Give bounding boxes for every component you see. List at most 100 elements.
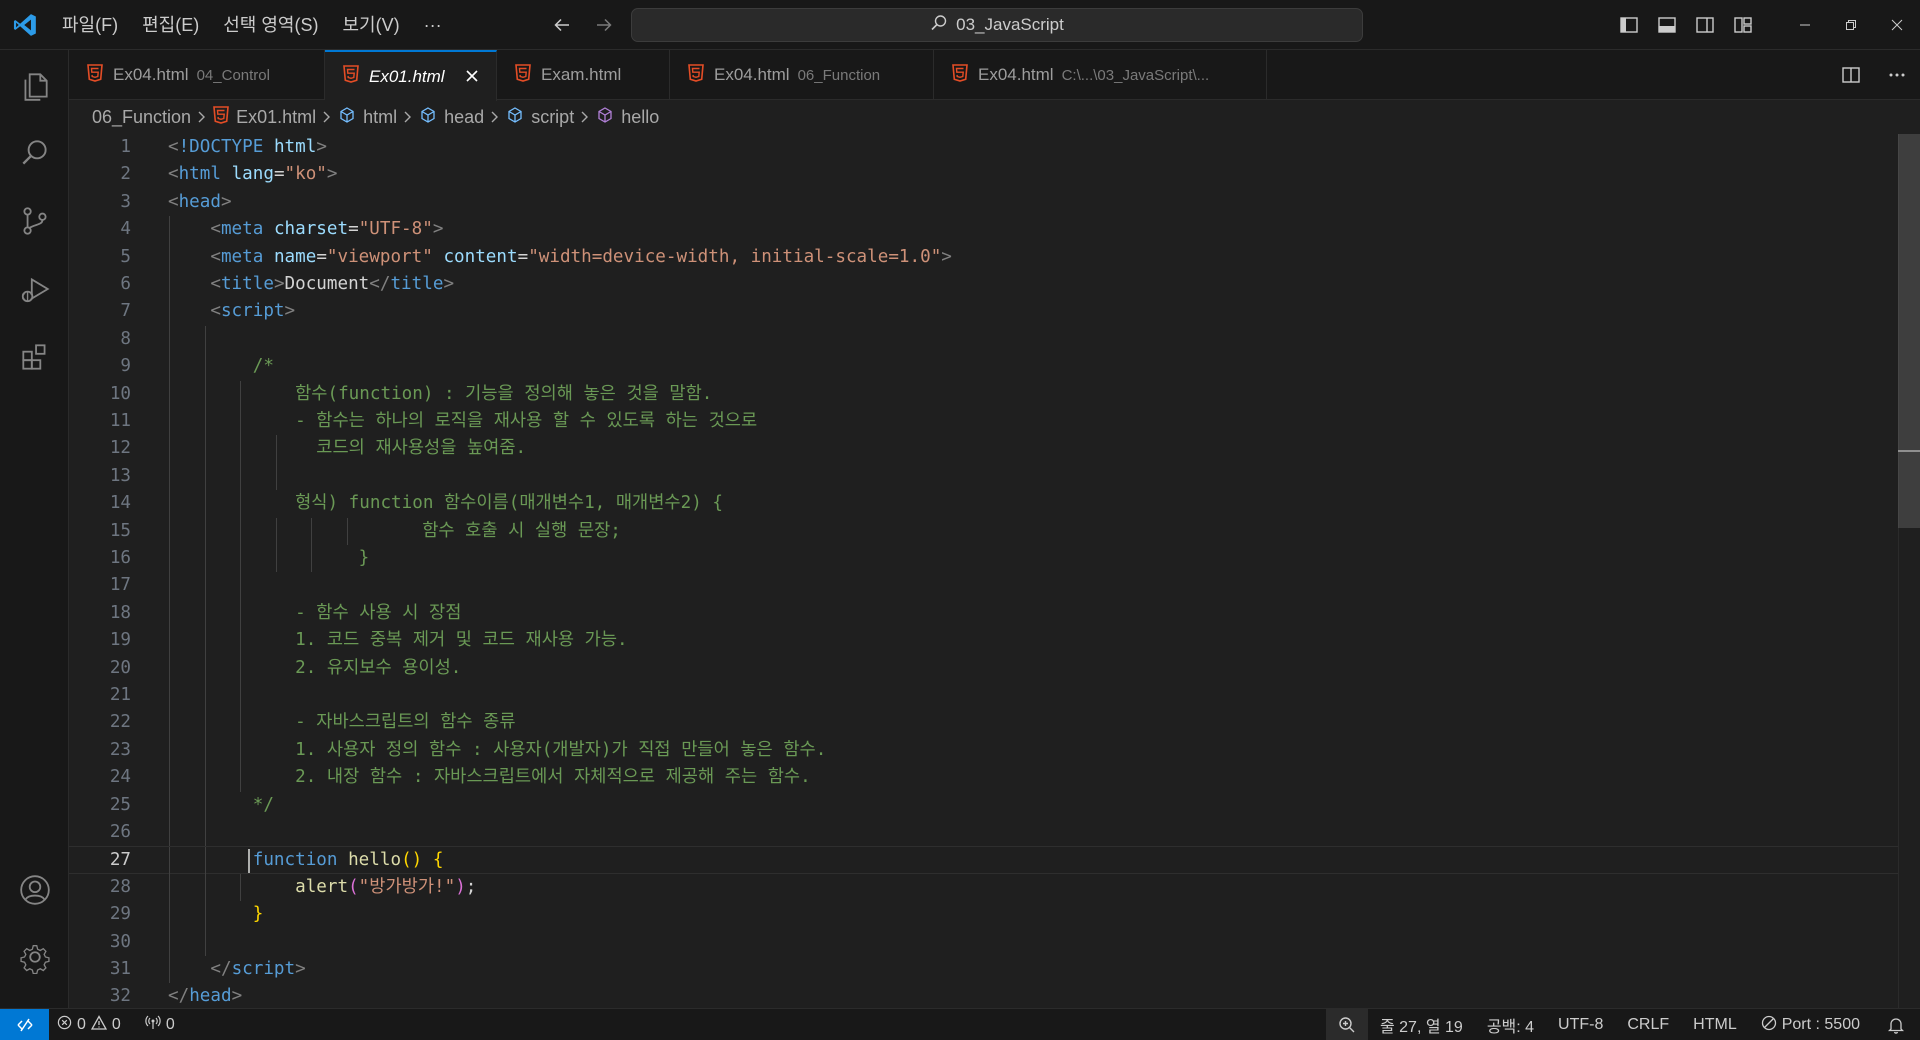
restore-icon[interactable] (1828, 0, 1874, 50)
code-line[interactable]: 23 1. 사용자 정의 함수 : 사용자(개발자)가 직접 만들어 놓은 함수… (69, 736, 1899, 765)
code-editor[interactable]: 1 <!DOCTYPE html> 2 <html lang="ko"> 3 <head>… (69, 134, 1920, 1008)
back-arrow-icon[interactable] (550, 12, 574, 38)
code-line[interactable]: 22 - 자바스크립트의 함수 종류 (69, 709, 1899, 737)
source-control-icon[interactable] (0, 188, 69, 254)
command-center-search[interactable]: 03_JavaScript (631, 8, 1363, 42)
breadcrumb-head[interactable]: head (419, 106, 484, 129)
problems-indicator[interactable]: 0 0 (49, 1009, 129, 1040)
code-line[interactable]: 32 </head> (69, 983, 1899, 1008)
tab-ex04-control[interactable]: Ex04.html 04_Control (69, 50, 325, 100)
error-icon (57, 1015, 72, 1035)
menu-selection[interactable]: 선택 영역(S) (211, 8, 330, 42)
code-line[interactable]: 4 <meta charset="UTF-8"> (69, 216, 1899, 244)
code-line[interactable]: 7 <script> (69, 298, 1899, 326)
code-line[interactable]: 26 (69, 819, 1899, 847)
indent-guide (240, 682, 242, 710)
code-line[interactable]: 1 <!DOCTYPE html> (69, 134, 1899, 161)
code-text: - 함수는 하나의 로직을 재사용 할 수 있도록 하는 것으로 (168, 408, 757, 435)
error-count: 0 (77, 1015, 86, 1033)
indent-guide (169, 325, 170, 354)
tab-ex01-active[interactable]: Ex01.html (325, 50, 497, 101)
code-line[interactable]: 10 함수(function) : 기능을 정의해 놓은 것을 말함. (69, 380, 1899, 408)
split-editor-icon[interactable] (1828, 50, 1874, 100)
breadcrumb-function[interactable]: hello (596, 106, 659, 129)
language-mode[interactable]: HTML (1681, 1009, 1749, 1040)
code-line[interactable]: 16 } (69, 545, 1899, 573)
breadcrumb-script-label: script (531, 106, 575, 127)
menu-view[interactable]: 보기(V) (330, 8, 411, 42)
close-window-icon[interactable] (1874, 0, 1920, 50)
code-line[interactable]: 11 - 함수는 하나의 로직을 재사용 할 수 있도록 하는 것으로 (69, 408, 1899, 436)
code-line[interactable]: 20 2. 유지보수 용이성. (69, 654, 1899, 682)
tab-exam[interactable]: Exam.html (497, 50, 670, 100)
code-text: <meta charset="UTF-8"> (168, 216, 443, 243)
settings-gear-icon[interactable] (0, 924, 69, 990)
zoom-icon[interactable] (1325, 1009, 1368, 1040)
customize-layout-icon[interactable] (1724, 0, 1762, 50)
breadcrumb-file[interactable]: Ex01.html (213, 105, 316, 129)
code-line[interactable]: 2 <html lang="ko"> (69, 161, 1899, 188)
code-line[interactable]: 27 function hello() { (69, 846, 1899, 875)
toggle-secondary-sidebar-icon[interactable] (1686, 0, 1724, 50)
code-line[interactable]: 15 함수 호출 시 실행 문장; (69, 517, 1899, 545)
toggle-panel-icon[interactable] (1648, 0, 1686, 50)
code-line[interactable]: 12 코드의 재사용성을 높여줌. (69, 435, 1899, 463)
code-text: 형식) function 함수이름(매개변수1, 매개변수2) { (168, 490, 723, 517)
code-line[interactable]: 19 1. 코드 중복 제거 및 코드 재사용 가능. (69, 627, 1899, 655)
accounts-icon[interactable] (0, 857, 69, 923)
code-line[interactable]: 6 <title>Document</title> (69, 271, 1899, 299)
code-token: > (220, 191, 232, 212)
close-tab-icon[interactable] (462, 66, 482, 86)
end-of-line[interactable]: CRLF (1615, 1009, 1681, 1040)
code-line[interactable]: 31 </script> (69, 956, 1899, 984)
code-line[interactable]: 8 (69, 325, 1899, 354)
breadcrumb-html[interactable]: html (338, 106, 397, 129)
cursor-position[interactable]: 줄 27, 열 19 (1368, 1009, 1475, 1040)
menu-more-button[interactable]: ··· (412, 8, 454, 42)
code-line[interactable]: 3 <head> (69, 189, 1899, 216)
toggle-primary-sidebar-icon[interactable] (1610, 0, 1648, 50)
code-line[interactable]: 21 (69, 682, 1899, 710)
remote-window-icon[interactable] (0, 1008, 49, 1040)
menu-edit[interactable]: 편집(E) (130, 8, 211, 42)
scrollbar-thumb[interactable] (1898, 134, 1920, 528)
line-number: 30 (109, 931, 131, 952)
encoding[interactable]: UTF-8 (1546, 1009, 1615, 1040)
code-line[interactable]: 24 2. 내장 함수 : 자바스크립트에서 자체적으로 제공해 주는 함수. (69, 764, 1899, 792)
code-line[interactable]: 29 } (69, 901, 1899, 929)
code-token: name (273, 246, 317, 267)
indent-guide (275, 462, 277, 491)
code-line[interactable]: 9 /* (69, 353, 1899, 381)
code-token: "방가방가!" (358, 876, 456, 897)
more-actions-icon[interactable] (1874, 50, 1920, 100)
indent-guide (169, 682, 170, 710)
code-line[interactable]: 5 <meta name="viewport" content="width=d… (69, 243, 1899, 271)
code-line[interactable]: 17 (69, 572, 1899, 600)
extensions-icon[interactable] (0, 324, 69, 390)
run-debug-icon[interactable] (0, 256, 69, 322)
code-line[interactable]: 25 */ (69, 791, 1899, 819)
code-token: < (210, 246, 221, 267)
breadcrumb-folder[interactable]: 06_Function (92, 107, 191, 128)
search-icon[interactable] (0, 120, 69, 186)
code-line[interactable]: 14 형식) function 함수이름(매개변수1, 매개변수2) { (69, 490, 1899, 518)
tab-ex04-function[interactable]: Ex04.html 06_Function (670, 50, 934, 100)
code-line[interactable]: 30 (69, 928, 1899, 956)
menu-file[interactable]: 파일(F) (50, 8, 130, 42)
code-line[interactable]: 13 (69, 462, 1899, 491)
ports-indicator[interactable]: 0 (137, 1009, 183, 1040)
line-number: 31 (109, 959, 131, 979)
tab-ex04-javascript[interactable]: Ex04.html C:\...\03_JavaScript\... (934, 50, 1267, 100)
explorer-icon[interactable] (0, 53, 69, 119)
minimize-icon[interactable] (1782, 0, 1828, 50)
breadcrumb-script[interactable]: script (506, 106, 574, 129)
code-line[interactable]: 28 alert("방가방가!"); (69, 873, 1899, 902)
notifications-bell-icon[interactable] (1872, 1009, 1920, 1040)
live-server-port[interactable]: Port : 5500 (1749, 1009, 1872, 1040)
indentation[interactable]: 공백: 4 (1475, 1009, 1546, 1040)
editor-scrollbar[interactable] (1898, 134, 1920, 1008)
code-text: 2. 유지보수 용이성. (168, 655, 461, 682)
forward-arrow-icon[interactable] (592, 12, 616, 38)
code-line[interactable]: 18 - 함수 사용 시 장점 (69, 599, 1899, 628)
